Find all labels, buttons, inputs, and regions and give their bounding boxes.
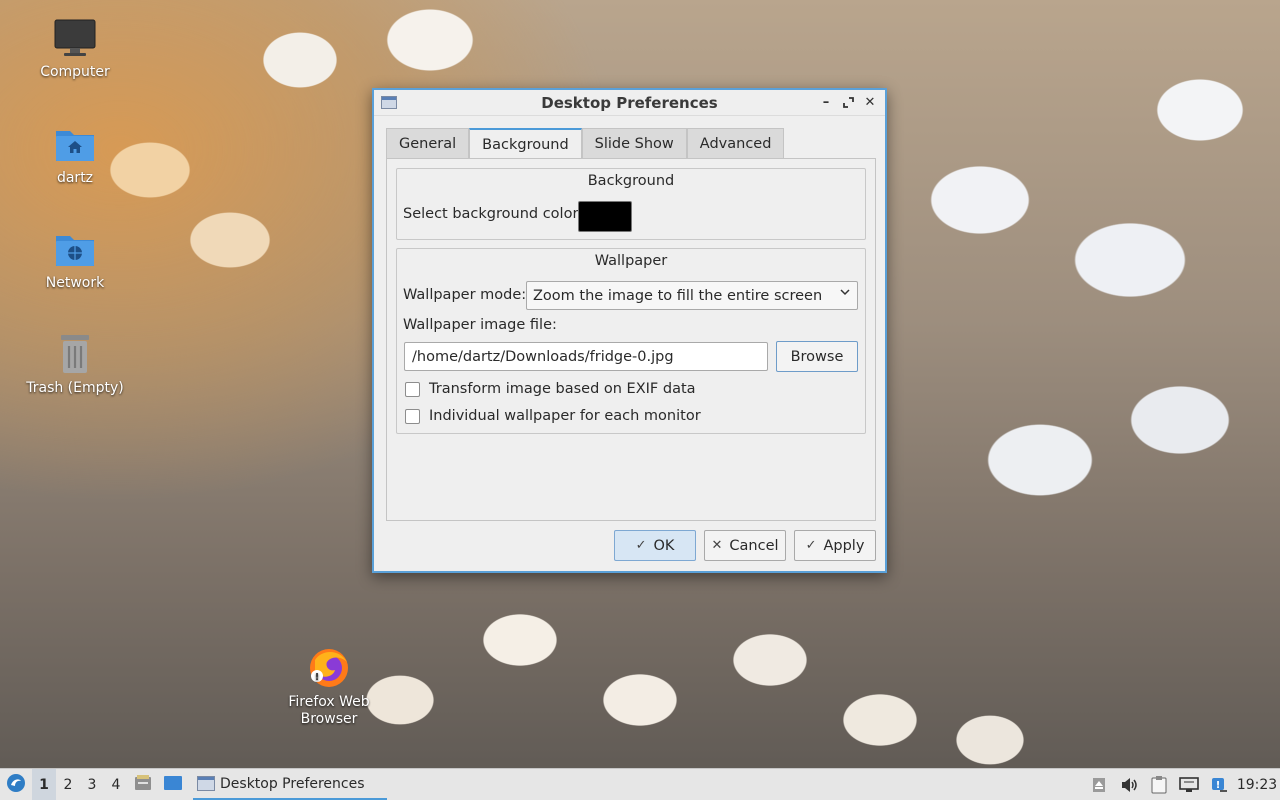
desktop-icon-label: dartz [56, 170, 94, 186]
start-menu-button[interactable] [0, 769, 32, 800]
dialog-title: Desktop Preferences [541, 93, 718, 112]
per-monitor-checkbox-label: Individual wallpaper for each monitor [429, 408, 701, 424]
background-tab-panel: Background Select background color: Wall… [386, 158, 876, 521]
background-group-title: Background [587, 173, 675, 189]
tab-background[interactable]: Background [469, 128, 582, 159]
desktop-icon-trash[interactable]: Trash (Empty) [25, 332, 125, 397]
wallpaper-group-title: Wallpaper [594, 253, 668, 269]
desktop-icon-label: Computer [40, 64, 110, 80]
wallpaper-file-input[interactable]: /home/dartz/Downloads/fridge-0.jpg [404, 342, 768, 371]
update-notifier-icon[interactable]: ! [1204, 776, 1234, 794]
desktop-icon-home[interactable]: dartz [25, 122, 125, 187]
checkmark-icon: ✓ [805, 538, 817, 553]
cancel-button-label: Cancel [729, 537, 779, 554]
tab-advanced[interactable]: Advanced [686, 128, 785, 158]
cancel-button[interactable]: ✕ Cancel [704, 530, 786, 561]
wallpaper-mode-label: Wallpaper mode: [403, 287, 527, 303]
workspace-4[interactable]: 4 [104, 769, 128, 800]
system-tray: ! 19:23 [1084, 769, 1280, 800]
desktop-icon-network[interactable]: Network [25, 227, 125, 292]
cancel-x-icon: ✕ [711, 538, 723, 553]
tab-general[interactable]: General [386, 128, 470, 158]
svg-text:!: ! [315, 672, 320, 683]
firefox-icon: ! [307, 646, 351, 690]
volume-icon[interactable] [1114, 777, 1144, 793]
desktop-icon-label: Trash (Empty) [26, 380, 124, 396]
desktop-icon [163, 775, 183, 795]
workspace-1[interactable]: 1 [32, 768, 56, 800]
tab-bar: General Background Slide Show Advanced [386, 128, 785, 159]
desktop-icon-computer[interactable]: Computer [25, 16, 125, 81]
wallpaper-mode-select[interactable]: Zoom the image to fill the entire screen [526, 281, 858, 310]
workspace-2[interactable]: 2 [56, 769, 80, 800]
task-label: Desktop Preferences [220, 775, 365, 792]
background-color-label: Select background color: [403, 206, 584, 222]
exif-checkbox-row[interactable]: Transform image based on EXIF data [405, 381, 696, 397]
svg-text:!: ! [1216, 780, 1221, 791]
network-folder-icon [53, 227, 97, 271]
desktop-icon-firefox[interactable]: ! Firefox Web Browser [279, 646, 379, 728]
show-desktop-button[interactable] [158, 769, 188, 800]
eject-icon[interactable] [1084, 777, 1114, 793]
apply-button[interactable]: ✓ Apply [794, 530, 876, 561]
background-group: Background Select background color: [396, 168, 866, 240]
desktop-preferences-dialog: Desktop Preferences – ✕ General Backgrou… [372, 88, 887, 573]
exif-checkbox[interactable] [405, 381, 420, 397]
taskbar-task-desktop-preferences[interactable]: Desktop Preferences [193, 769, 387, 800]
wallpaper-mode-value: Zoom the image to fill the entire screen [533, 287, 823, 304]
desktop-icon-label: Network [45, 275, 105, 291]
wallpaper-file-label: Wallpaper image file: [403, 317, 557, 333]
browse-button-label: Browse [790, 348, 844, 365]
file-manager-launcher[interactable] [128, 769, 158, 800]
wallpaper-group: Wallpaper Wallpaper mode: Zoom the image… [396, 248, 866, 434]
network-status-icon[interactable] [1174, 777, 1204, 793]
apply-button-label: Apply [823, 537, 865, 554]
ok-button-label: OK [653, 537, 675, 554]
trash-icon [53, 332, 97, 376]
checkmark-icon: ✓ [635, 538, 647, 553]
background-color-button[interactable] [578, 201, 632, 232]
clipboard-icon[interactable] [1144, 776, 1174, 794]
workspace-3[interactable]: 3 [80, 769, 104, 800]
wallpaper-file-value: /home/dartz/Downloads/fridge-0.jpg [412, 348, 674, 365]
tab-slide-show[interactable]: Slide Show [581, 128, 687, 158]
minimize-icon[interactable]: – [817, 93, 835, 111]
per-monitor-checkbox-row[interactable]: Individual wallpaper for each monitor [405, 408, 701, 424]
maximize-icon[interactable] [839, 93, 857, 111]
window-icon [197, 776, 215, 791]
dialog-titlebar[interactable]: Desktop Preferences – ✕ [374, 90, 885, 116]
lxqt-logo-icon [6, 773, 26, 797]
ok-button[interactable]: ✓ OK [614, 530, 696, 561]
home-folder-icon [53, 122, 97, 166]
chevron-down-icon [839, 286, 851, 302]
window-icon [381, 96, 397, 109]
taskbar: 1 2 3 4 Desktop Preferences ! 19:23 [0, 768, 1280, 800]
desktop-icon-label: Firefox Web Browser [288, 694, 370, 727]
per-monitor-checkbox[interactable] [405, 408, 420, 424]
browse-button[interactable]: Browse [776, 341, 858, 372]
clock[interactable]: 19:23 [1234, 777, 1280, 793]
exif-checkbox-label: Transform image based on EXIF data [429, 381, 696, 397]
monitor-icon [53, 16, 97, 60]
file-manager-icon [134, 774, 152, 795]
close-icon[interactable]: ✕ [861, 93, 879, 111]
